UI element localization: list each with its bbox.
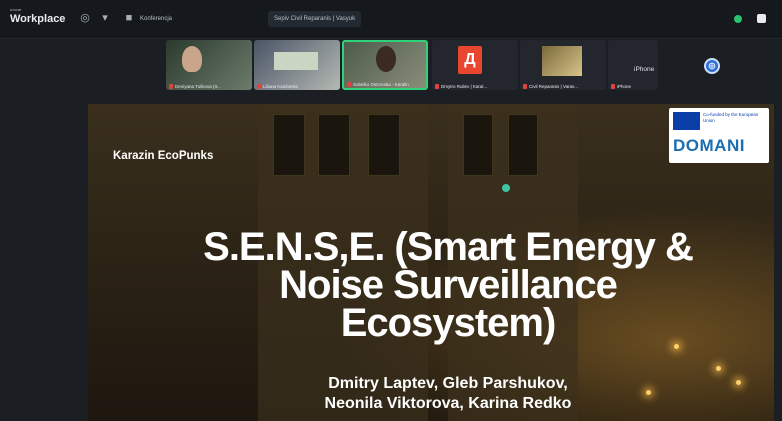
- shared-slide: Karazin EcoPunks S.E.N.S,E. (Smart Energ…: [88, 104, 774, 421]
- building-window: [273, 114, 305, 176]
- chevron-down-icon[interactable]: ▾: [98, 11, 112, 25]
- shared-screen-thumb: [274, 52, 318, 70]
- participant-name: iPhone: [611, 84, 631, 89]
- top-toolbar: zoom Workplace ◎ ▾ ■ Konferencja Sepiv C…: [0, 0, 782, 39]
- street-light: [674, 344, 679, 349]
- authors-line: Dmitry Laptev, Gleb Parshukov,: [328, 375, 568, 392]
- participant-name: Deniyana Tulikova (II...: [169, 84, 221, 89]
- eu-badge-text: Co-funded by the European Union: [703, 112, 759, 123]
- participant-tile[interactable]: Deniyana Tulikova (II...: [166, 40, 252, 90]
- participant-tile[interactable]: Civil Reparanis | Varas...: [520, 40, 606, 90]
- participant-tile[interactable]: Liliana Kaichenko: [254, 40, 340, 90]
- shield-icon[interactable]: ◎: [78, 11, 92, 25]
- eu-badge: Co-funded by the European Union DOMANI: [669, 108, 769, 163]
- window-button[interactable]: [757, 14, 766, 23]
- participant-face: [376, 46, 396, 72]
- participant-photo: [542, 46, 582, 76]
- mic-muted-icon: [347, 82, 351, 87]
- slide-title: S.E.N.S,E. (Smart Energy & Noise Surveil…: [203, 225, 694, 345]
- participant-face: [182, 46, 202, 72]
- mic-muted-icon: [169, 84, 173, 89]
- mic-muted-icon: [523, 84, 527, 89]
- building-window: [318, 114, 350, 176]
- building-window: [368, 114, 400, 176]
- title-tab[interactable]: Sepiv Civil Reparanis | Vasyuk: [268, 11, 362, 27]
- authors-line: Neonila Viktorova, Karina Redko: [324, 395, 572, 412]
- logo-small-text: zoom: [10, 7, 22, 12]
- app-logo: zoom Workplace: [10, 8, 66, 25]
- mic-muted-icon: [611, 84, 615, 89]
- mic-muted-icon: [435, 84, 439, 89]
- participant-name: Liliana Kaichenko: [257, 84, 298, 89]
- active-speaker-tile[interactable]: Sobelko Ostrovska - Karalin: [342, 40, 428, 90]
- mic-muted-icon: [257, 84, 261, 89]
- more-participants-button[interactable]: ◎: [704, 58, 720, 74]
- participant-tile[interactable]: iPhone: [608, 40, 658, 90]
- participant-name: Sobelko Ostrovska - Karalin: [347, 82, 409, 87]
- logo-big-text: Workplace: [10, 13, 66, 25]
- iphone-label: iPhone: [634, 66, 655, 73]
- building-window: [508, 114, 538, 176]
- participant-name: Civil Reparanis | Varas...: [523, 84, 578, 89]
- slide-authors: Dmitry Laptev, Gleb Parshukov, Neonila V…: [238, 374, 658, 414]
- avatar: Д: [458, 46, 482, 74]
- domani-logo: DOMANI: [673, 136, 745, 155]
- status-indicator: [734, 15, 742, 23]
- meeting-tab[interactable]: Konferencja: [134, 11, 178, 27]
- team-name: Karazin EcoPunks: [113, 150, 214, 162]
- eu-flag-icon: [673, 112, 700, 130]
- building-window: [463, 114, 493, 176]
- street-light: [736, 380, 741, 385]
- participant-name: Dmytro Ruliev | Karal...: [435, 84, 487, 89]
- street-light: [716, 366, 721, 371]
- pointer-indicator: [502, 184, 510, 192]
